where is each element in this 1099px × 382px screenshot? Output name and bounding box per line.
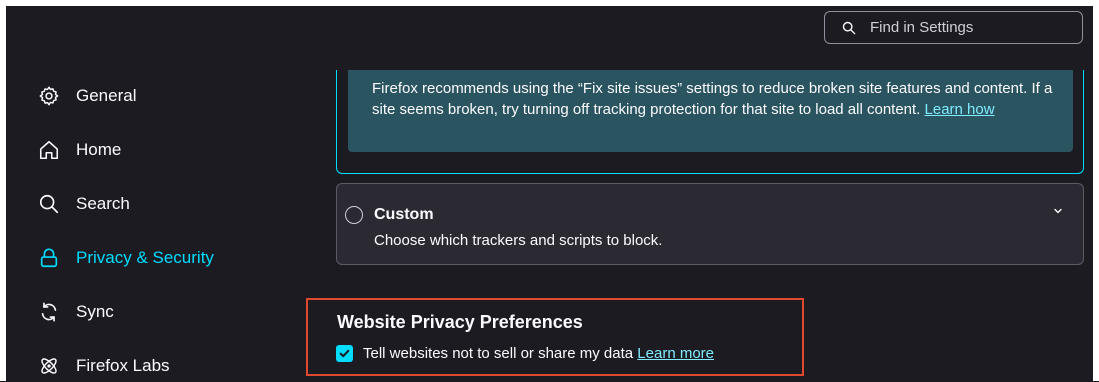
window-edge-right: [1093, 0, 1099, 381]
search-icon: [39, 194, 59, 214]
sidebar-item-label: Home: [76, 140, 122, 159]
window-edge-top: [0, 0, 1099, 6]
gear-icon: [39, 86, 59, 106]
chevron-down-icon[interactable]: [1052, 205, 1064, 217]
search-icon: [842, 21, 856, 34]
custom-protection-card[interactable]: [336, 183, 1084, 265]
sidebar-item-label: Search: [76, 194, 130, 213]
sync-icon: [41, 302, 57, 322]
learn-how-link[interactable]: Learn how: [925, 101, 995, 118]
tracking-info-text: Firefox recommends using the “Fix site i…: [372, 80, 1053, 118]
home-icon: [39, 140, 59, 160]
sidebar-item-label: General: [76, 86, 137, 105]
sidebar-item-home[interactable]: Home: [38, 134, 121, 166]
sidebar-item-firefox-labs[interactable]: Firefox Labs: [38, 350, 170, 382]
sidebar-item-search[interactable]: Search: [38, 188, 130, 220]
highlight-annotation: [306, 298, 804, 376]
window-edge-left: [0, 0, 6, 381]
custom-title: Custom: [374, 206, 434, 223]
labs-icon: [41, 358, 57, 374]
search-input[interactable]: [868, 18, 1072, 37]
settings-search[interactable]: [824, 11, 1083, 44]
sidebar-item-general[interactable]: General: [38, 80, 136, 112]
website-privacy-title: Website Privacy Preferences: [337, 312, 583, 332]
check-icon: [339, 349, 350, 358]
sidebar-item-privacy-security[interactable]: Privacy & Security: [38, 242, 214, 274]
custom-radio[interactable]: [345, 206, 363, 224]
lock-icon: [40, 248, 58, 268]
custom-description: Choose which trackers and scripts to blo…: [374, 232, 663, 249]
sidebar-item-label: Privacy & Security: [76, 248, 214, 267]
do-not-sell-label: Tell websites not to sell or share my da…: [363, 345, 715, 362]
learn-more-link[interactable]: Learn more: [637, 345, 714, 362]
sidebar-item-label: Firefox Labs: [76, 356, 170, 375]
sidebar-item-label: Sync: [76, 302, 114, 321]
sidebar-item-sync[interactable]: Sync: [38, 296, 114, 328]
do-not-sell-checkbox[interactable]: [336, 345, 353, 362]
